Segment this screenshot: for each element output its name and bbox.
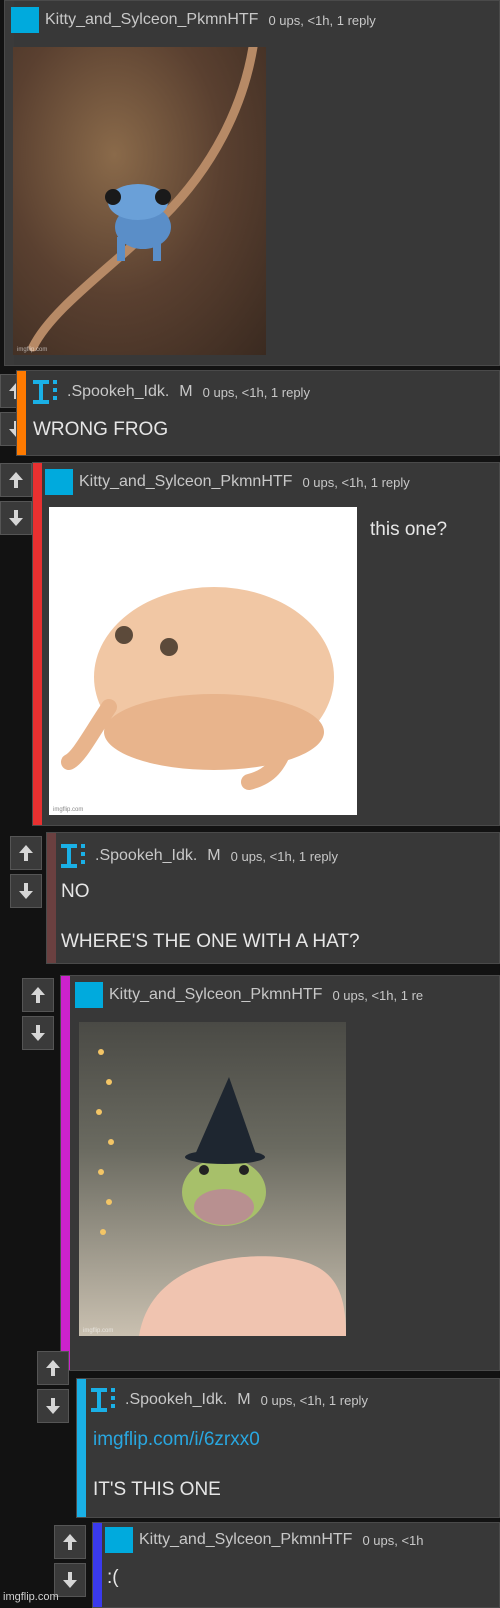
vote-buttons <box>22 978 54 1054</box>
downvote-button[interactable] <box>54 1563 86 1597</box>
comment-link[interactable]: imgflip.com/i/6zrxx0 <box>93 1429 260 1451</box>
comment-thread-bar <box>33 463 42 825</box>
upvote-button[interactable] <box>37 1351 69 1385</box>
comment-header: Kitty_and_Sylceon_PkmnHTF 0 ups, <1h, 1 … <box>45 469 410 495</box>
user-avatar[interactable] <box>11 7 39 33</box>
comment-1: Kitty_and_Sylceon_PkmnHTF 0 ups, <1h, 1 … <box>4 0 500 366</box>
arrow-up-icon <box>31 987 45 1003</box>
comment-meta: 0 ups, <1h, 1 reply <box>268 12 376 28</box>
comment-meta: 0 ups, <1h, 1 reply <box>230 848 338 864</box>
comment-meta: 0 ups, <1h, 1 re <box>332 987 424 1003</box>
comment-2: .Spookeh_Idk. M 0 ups, <1h, 1 reply WRON… <box>16 370 500 456</box>
comment-header: Kitty_and_Sylceon_PkmnHTF 0 ups, <1h, 1 … <box>75 982 423 1008</box>
arrow-up-icon <box>19 845 33 861</box>
image-watermark: imgflip.com <box>17 347 48 353</box>
comment-header: .Spookeh_Idk. M 0 ups, <1h, 1 reply <box>89 1387 368 1413</box>
vote-buttons <box>10 836 42 912</box>
upvote-button[interactable] <box>10 836 42 870</box>
comment-7: Kitty_and_Sylceon_PkmnHTF 0 ups, <1h :( <box>92 1522 500 1608</box>
username[interactable]: .Spookeh_Idk. <box>125 1391 227 1409</box>
downvote-button[interactable] <box>0 501 32 535</box>
mod-badge: M <box>179 383 193 400</box>
frog-with-witch-hat-illustration <box>96 1049 346 1336</box>
arrow-down-icon <box>31 1025 45 1041</box>
downvote-button[interactable] <box>37 1389 69 1423</box>
frog-with-hat-image[interactable]: imgflip.com <box>79 1022 346 1336</box>
user-avatar[interactable] <box>105 1527 133 1553</box>
username[interactable]: Kitty_and_Sylceon_PkmnHTF <box>79 473 292 491</box>
mod-badge: M <box>207 847 221 864</box>
comment-text-line-1: NO <box>61 881 90 902</box>
arrow-up-icon <box>9 472 23 488</box>
comment-thread-bar <box>77 1379 86 1517</box>
comment-thread-bar <box>17 371 26 455</box>
user-avatar[interactable] <box>75 982 103 1008</box>
upvote-button[interactable] <box>54 1525 86 1559</box>
image-watermark: imgflip.com <box>83 1328 114 1334</box>
ti-logo-icon[interactable] <box>31 379 61 405</box>
username[interactable]: Kitty_and_Sylceon_PkmnHTF <box>139 1531 352 1549</box>
username[interactable]: Kitty_and_Sylceon_PkmnHTF <box>45 11 258 29</box>
ti-logo-icon[interactable] <box>89 1387 119 1413</box>
imgflip-watermark: imgflip.com <box>3 1591 59 1603</box>
comment-meta: 0 ups, <1h, 1 reply <box>202 384 310 400</box>
arrow-down-icon <box>46 1398 60 1414</box>
blue-frog-image[interactable]: imgflip.com <box>13 47 266 355</box>
comment-thread-bar <box>47 833 56 963</box>
arrow-down-icon <box>9 510 23 526</box>
arrow-up-icon <box>46 1360 60 1376</box>
username[interactable]: .Spookeh_Idk. <box>67 383 169 401</box>
comment-text: IT'S THIS ONE <box>93 1479 221 1500</box>
comment-thread-bar <box>93 1523 102 1607</box>
comment-5: Kitty_and_Sylceon_PkmnHTF 0 ups, <1h, 1 … <box>60 975 500 1371</box>
comment-thread: Kitty_and_Sylceon_PkmnHTF 0 ups, <1h, 1 … <box>0 0 500 1608</box>
username[interactable]: Kitty_and_Sylceon_PkmnHTF <box>109 986 322 1004</box>
comment-header: Kitty_and_Sylceon_PkmnHTF 0 ups, <1h, 1 … <box>11 7 376 33</box>
arrow-down-icon <box>19 883 33 899</box>
round-frog-illustration <box>61 587 334 790</box>
vote-buttons <box>54 1525 86 1601</box>
vote-buttons <box>0 463 32 539</box>
mod-badge: M <box>237 1391 251 1408</box>
upvote-button[interactable] <box>22 978 54 1012</box>
comment-3: Kitty_and_Sylceon_PkmnHTF 0 ups, <1h, 1 … <box>32 462 500 826</box>
comment-text: this one? <box>370 519 448 540</box>
username[interactable]: .Spookeh_Idk. <box>95 847 197 865</box>
downvote-button[interactable] <box>10 874 42 908</box>
arrow-up-icon <box>63 1534 77 1550</box>
image-watermark: imgflip.com <box>53 807 84 813</box>
arrow-down-icon <box>63 1572 77 1588</box>
ti-logo-icon[interactable] <box>59 843 89 869</box>
vote-buttons <box>37 1351 69 1427</box>
comment-thread-bar <box>61 976 70 1370</box>
comment-header: Kitty_and_Sylceon_PkmnHTF 0 ups, <1h <box>105 1527 424 1553</box>
user-avatar[interactable] <box>45 469 73 495</box>
comment-6: .Spookeh_Idk. M 0 ups, <1h, 1 reply imgf… <box>76 1378 500 1518</box>
comment-meta: 0 ups, <1h, 1 reply <box>260 1392 368 1408</box>
comment-header: .Spookeh_Idk. M 0 ups, <1h, 1 reply <box>59 843 338 869</box>
comment-4: .Spookeh_Idk. M 0 ups, <1h, 1 reply NO W… <box>46 832 500 964</box>
upvote-button[interactable] <box>0 463 32 497</box>
comment-text: :( <box>107 1567 119 1588</box>
comment-text-line-2: WHERE'S THE ONE WITH A HAT? <box>61 931 360 952</box>
downvote-button[interactable] <box>22 1016 54 1050</box>
comment-meta: 0 ups, <1h, 1 reply <box>302 474 410 490</box>
comment-header: .Spookeh_Idk. M 0 ups, <1h, 1 reply <box>31 379 310 405</box>
comment-meta: 0 ups, <1h <box>362 1532 424 1548</box>
frog-on-branch-illustration <box>28 47 258 352</box>
rain-frog-image[interactable]: imgflip.com <box>49 507 357 815</box>
comment-text: WRONG FROG <box>33 419 169 440</box>
